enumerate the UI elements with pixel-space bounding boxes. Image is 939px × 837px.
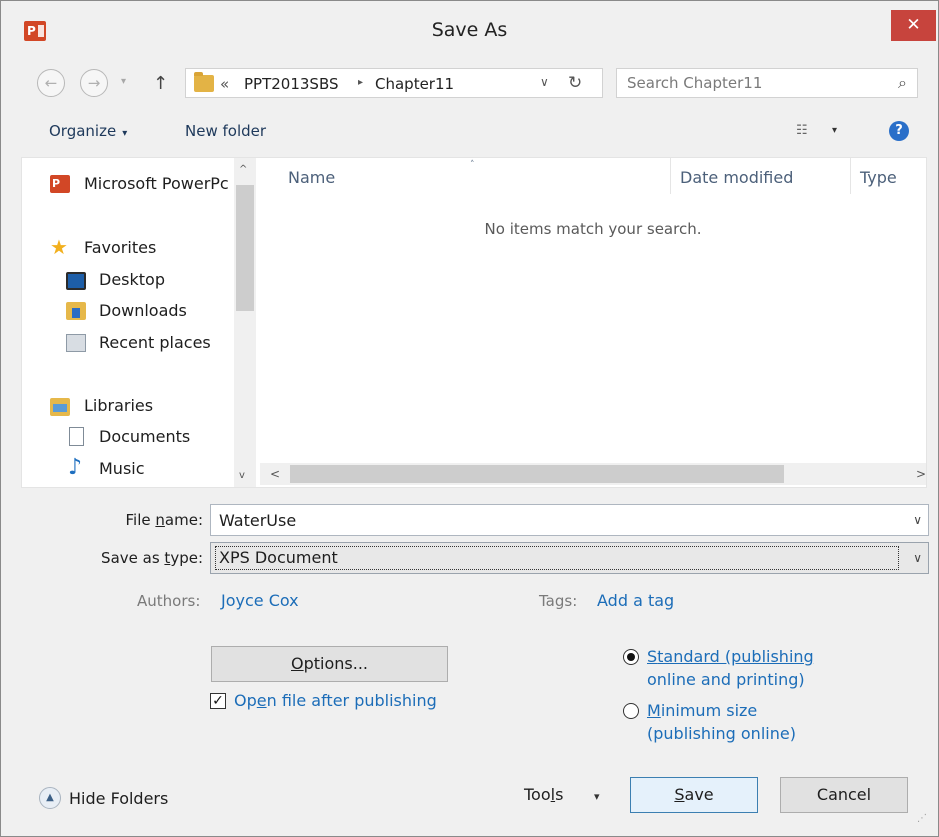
close-icon: ✕ (906, 15, 921, 35)
nav-item-label: Downloads (99, 301, 187, 320)
breadcrumb-chapter11[interactable]: Chapter11 (375, 75, 454, 93)
file-name-label: File name: (125, 511, 203, 529)
save-button[interactable]: Save (630, 777, 758, 813)
save-as-type-select[interactable]: XPS Document ∨ (210, 542, 929, 574)
close-button[interactable]: ✕ (891, 10, 936, 41)
music-icon: ♪ (68, 455, 83, 480)
save-as-type-value: XPS Document (215, 546, 899, 570)
save-as-dialog: P Save As ✕ ← → ▾ ↑ « PPT2013SBS ▸ Chapt… (0, 0, 939, 837)
nav-item-label: Favorites (84, 238, 157, 257)
resize-grip-icon[interactable]: ⋰ (917, 813, 927, 824)
standard-radio-label[interactable]: Standard (publishing online and printing) (647, 645, 814, 691)
tags-field[interactable]: Add a tag (597, 591, 674, 610)
scroll-left-icon[interactable]: < (270, 467, 280, 481)
search-icon[interactable]: ⌕ (898, 73, 907, 93)
scroll-thumb[interactable] (290, 465, 784, 483)
scroll-up-icon[interactable]: ^ (239, 164, 247, 175)
sort-ascending-icon: ˄ (470, 160, 475, 170)
scroll-down-icon[interactable]: v (239, 470, 245, 481)
up-button[interactable]: ↑ (153, 73, 168, 94)
tools-menu[interactable]: Tools (524, 785, 563, 804)
forward-arrow-icon: → (87, 74, 101, 92)
nav-vertical-scrollbar[interactable]: ^ v (234, 158, 256, 487)
minimum-size-radio[interactable] (623, 703, 639, 719)
file-browser: P Microsoft PowerPc ★ Favorites Desktop … (21, 157, 927, 488)
new-folder-button[interactable]: New folder (185, 122, 266, 140)
view-options-dropdown-icon[interactable]: ▾ (832, 125, 837, 136)
help-icon[interactable]: ? (889, 121, 909, 141)
authors-value[interactable]: Joyce Cox (221, 591, 299, 610)
chevron-down-icon[interactable]: ∨ (913, 513, 922, 527)
nav-item-label: Recent places (99, 333, 211, 352)
downloads-icon (66, 302, 86, 320)
standard-radio[interactable] (623, 649, 639, 665)
dialog-title: Save As (431, 19, 508, 41)
address-dropdown-icon[interactable]: ∨ (540, 75, 549, 89)
column-header-type[interactable]: Type (860, 168, 897, 187)
breadcrumb-overflow[interactable]: « (220, 75, 229, 93)
recent-places-icon (66, 334, 86, 352)
recent-locations-dropdown[interactable]: ▾ (121, 76, 126, 87)
scroll-right-icon[interactable]: > (916, 467, 926, 481)
forward-button[interactable]: → (80, 69, 108, 97)
hide-folders-icon[interactable]: ▲ (39, 787, 61, 809)
column-divider[interactable] (850, 158, 851, 194)
command-bar: Organize ▾ New folder ☷ ▾ ? (1, 107, 938, 157)
column-header-date-modified[interactable]: Date modified (680, 168, 793, 187)
organize-caret-icon: ▾ (122, 128, 128, 139)
organize-menu[interactable]: Organize ▾ (49, 122, 127, 140)
file-list: ˄ Name Date modified Type No items match… (260, 158, 926, 463)
address-bar[interactable]: « PPT2013SBS ▸ Chapter11 ∨ ↻ (185, 68, 603, 98)
column-divider[interactable] (670, 158, 671, 194)
authors-label: Authors: (137, 592, 201, 610)
file-name-value: WaterUse (219, 511, 297, 530)
nav-item-label: Libraries (84, 396, 154, 415)
options-button[interactable]: Options... (211, 646, 448, 682)
star-icon: ★ (50, 235, 68, 259)
nav-item-label: Music (99, 459, 145, 478)
tools-caret-icon[interactable]: ▾ (594, 790, 600, 803)
file-horizontal-scrollbar[interactable]: < > (260, 463, 926, 485)
checkmark-icon: ✓ (212, 693, 224, 709)
desktop-icon (66, 272, 86, 290)
up-arrow-icon: ↑ (153, 73, 169, 94)
powerpoint-icon: P (50, 175, 70, 193)
organize-label: Organize (49, 122, 117, 140)
minimum-size-radio-label[interactable]: Minimum size (publishing online) (647, 699, 796, 745)
breadcrumb-ppt2013sbs[interactable]: PPT2013SBS (244, 75, 339, 93)
breadcrumb-separator-icon[interactable]: ▸ (358, 77, 363, 88)
title-bar: P Save As ✕ (1, 1, 938, 59)
empty-message: No items match your search. (484, 220, 702, 238)
documents-icon (69, 427, 84, 446)
back-button[interactable]: ← (37, 69, 65, 97)
chevron-down-icon[interactable]: ∨ (913, 551, 922, 565)
search-input[interactable]: Search Chapter11 ⌕ (616, 68, 918, 98)
search-placeholder: Search Chapter11 (627, 74, 763, 92)
change-view-icon[interactable]: ☷ (796, 123, 816, 139)
nav-item-label: Desktop (99, 270, 165, 289)
open-after-publishing-checkbox[interactable]: ✓ (210, 693, 226, 709)
scroll-thumb[interactable] (236, 185, 254, 311)
address-row: ← → ▾ ↑ « PPT2013SBS ▸ Chapter11 ∨ ↻ Sea… (1, 59, 938, 107)
column-header-name[interactable]: Name (288, 168, 335, 187)
nav-item-label: Microsoft PowerPc (84, 174, 229, 193)
navigation-pane: P Microsoft PowerPc ★ Favorites Desktop … (22, 158, 234, 487)
nav-item-label: Documents (99, 427, 191, 446)
open-after-publishing-label[interactable]: Open file after publishing (234, 691, 437, 710)
save-as-type-label: Save as type: (101, 549, 203, 567)
cancel-button[interactable]: Cancel (780, 777, 908, 813)
folder-icon (194, 72, 214, 92)
back-arrow-icon: ← (44, 74, 58, 92)
refresh-icon[interactable]: ↻ (568, 73, 582, 93)
file-name-field[interactable]: WaterUse ∨ (210, 504, 929, 536)
tags-label: Tags: (539, 592, 578, 610)
libraries-icon (50, 398, 70, 416)
hide-folders-button[interactable]: Hide Folders (69, 789, 168, 808)
